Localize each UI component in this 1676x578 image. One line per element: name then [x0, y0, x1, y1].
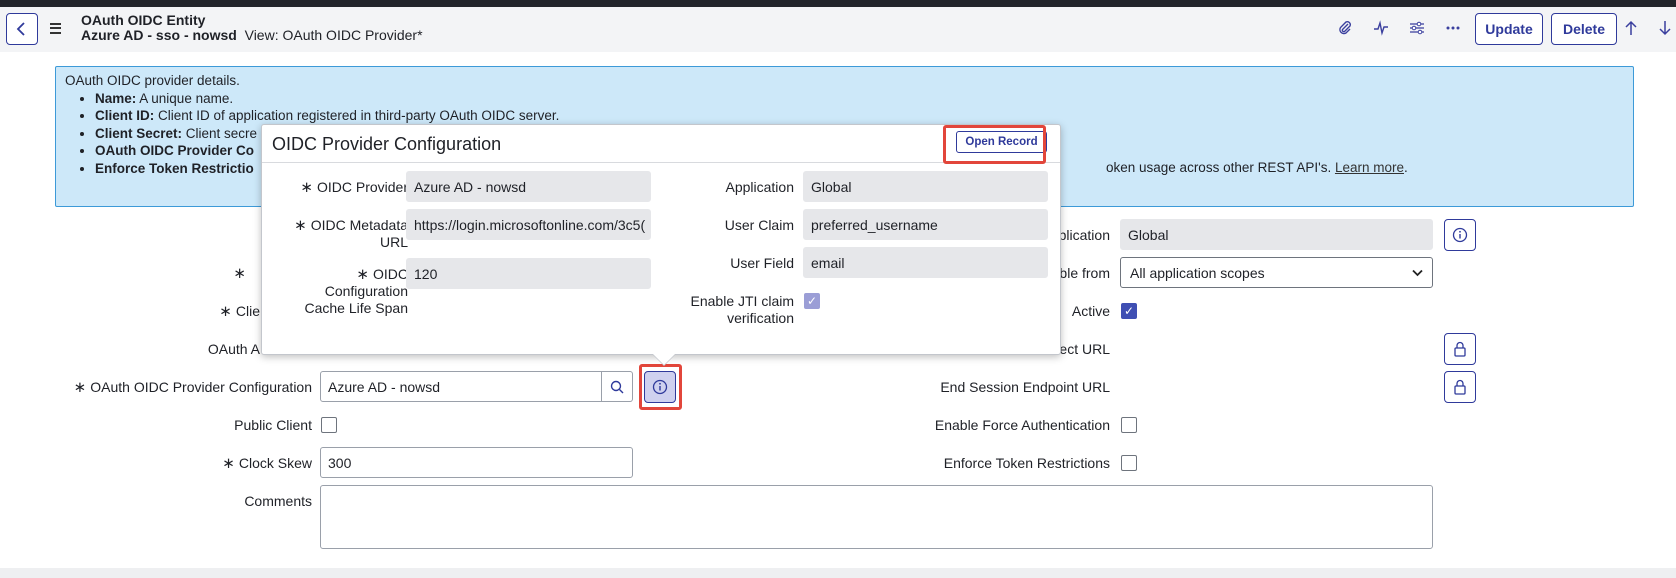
lock-icon — [1454, 341, 1466, 357]
paperclip-icon[interactable] — [1333, 16, 1357, 40]
more-options-icon[interactable] — [1441, 16, 1465, 40]
force-auth-label: Enable Force Authentication — [934, 417, 1110, 433]
popup-title: OIDC Provider Configuration — [272, 134, 502, 154]
hamburger-menu-icon[interactable] — [50, 18, 64, 38]
enforce-token-label: Enforce Token Restrictions — [943, 455, 1110, 471]
popup-oidc-provider-field: Azure AD - nowsd — [406, 171, 651, 202]
top-strip — [0, 0, 1676, 7]
clock-skew-label: ∗ Clock Skew — [222, 455, 312, 472]
delete-button[interactable]: Delete — [1551, 13, 1617, 45]
popup-cache-life-label: ∗ OIDC Configuration Cache Life Span — [304, 266, 408, 316]
end-session-label: End Session Endpoint URL — [940, 379, 1110, 395]
accessible-from-value: All application scopes — [1130, 264, 1265, 281]
popup-pointer — [653, 354, 675, 365]
popup-application-field: Global — [803, 171, 1048, 202]
popup-user-field-field: email — [803, 247, 1048, 278]
form-header: OAuth OIDC Entity Azure AD - sso - nowsd… — [0, 7, 1676, 52]
search-icon — [610, 380, 624, 393]
popup-cache-life-field: 120 — [406, 258, 651, 289]
accessible-from-select[interactable]: All application scopes — [1120, 257, 1433, 288]
open-record-highlight — [943, 125, 1046, 164]
lock-icon — [1454, 379, 1466, 395]
popup-user-field-label: User Field — [730, 255, 794, 271]
arrow-down-icon[interactable] — [1653, 16, 1676, 40]
force-auth-checkbox[interactable] — [1121, 417, 1137, 433]
activity-pulse-icon[interactable] — [1369, 16, 1393, 40]
learn-more-link[interactable]: Learn more — [1335, 160, 1404, 175]
popup-user-claim-field: preferred_username — [803, 209, 1048, 240]
popup-metadata-url-field: https://login.microsoftonline.com/3c5( — [406, 209, 651, 240]
arrow-up-icon[interactable] — [1619, 16, 1643, 40]
help-item: Name: A unique name. — [95, 90, 1624, 108]
public-client-checkbox[interactable] — [321, 417, 337, 433]
provider-config-label: ∗ OAuth OIDC Provider Configuration — [73, 379, 312, 396]
chevron-left-icon — [16, 22, 25, 36]
popup-user-claim-label: User Claim — [724, 217, 794, 233]
comments-label: Comments — [244, 493, 312, 509]
popup-jti-checkbox: ✓ — [804, 293, 820, 309]
client-id-label: ∗ Clie — [219, 303, 260, 320]
application-field: Global — [1120, 219, 1433, 250]
record-name: Azure AD - sso - nowsd — [81, 27, 237, 43]
oauth-api-label: OAuth A — [207, 341, 260, 357]
bottom-strip — [0, 568, 1676, 578]
active-checkbox[interactable]: ✓ — [1121, 303, 1137, 319]
application-info-button[interactable] — [1444, 219, 1476, 251]
info-icon — [1452, 227, 1468, 243]
provider-config-input[interactable]: Azure AD - nowsd — [320, 371, 602, 402]
info-button-highlight — [639, 364, 682, 410]
enforce-token-checkbox[interactable] — [1121, 455, 1137, 471]
back-button[interactable] — [6, 13, 38, 45]
popup-metadata-url-label: ∗ OIDC Metadata URL — [294, 217, 408, 250]
end-session-lock-button[interactable] — [1444, 371, 1476, 403]
table-name: OAuth OIDC Entity — [81, 12, 206, 28]
comments-textarea[interactable] — [320, 485, 1433, 549]
clock-skew-input[interactable]: 300 — [320, 447, 633, 478]
redirect-url-lock-button[interactable] — [1444, 333, 1476, 365]
page-title: OAuth OIDC Entity Azure AD - sso - nowsd… — [81, 13, 423, 43]
help-tail-text: oken usage across other REST API's. Lear… — [1106, 160, 1408, 175]
help-intro: OAuth OIDC provider details. — [65, 73, 240, 88]
popup-header: OIDC Provider Configuration Open Record — [262, 125, 1060, 163]
help-item: Client ID: Client ID of application regi… — [95, 107, 1624, 125]
sliders-icon[interactable] — [1405, 16, 1429, 40]
update-button[interactable]: Update — [1475, 13, 1543, 45]
required-marker: ∗ — [233, 265, 246, 282]
provider-config-search-button[interactable] — [602, 371, 633, 402]
provider-config-popup: OIDC Provider Configuration Open Record … — [261, 124, 1061, 355]
view-label: View: OAuth OIDC Provider* — [244, 27, 423, 43]
popup-oidc-provider-label: ∗ OIDC Provider — [300, 179, 408, 196]
chevron-down-icon — [1412, 269, 1423, 276]
popup-jti-label: Enable JTI claim verification — [690, 293, 794, 326]
public-client-label: Public Client — [234, 417, 312, 433]
popup-application-label: Application — [725, 179, 795, 195]
